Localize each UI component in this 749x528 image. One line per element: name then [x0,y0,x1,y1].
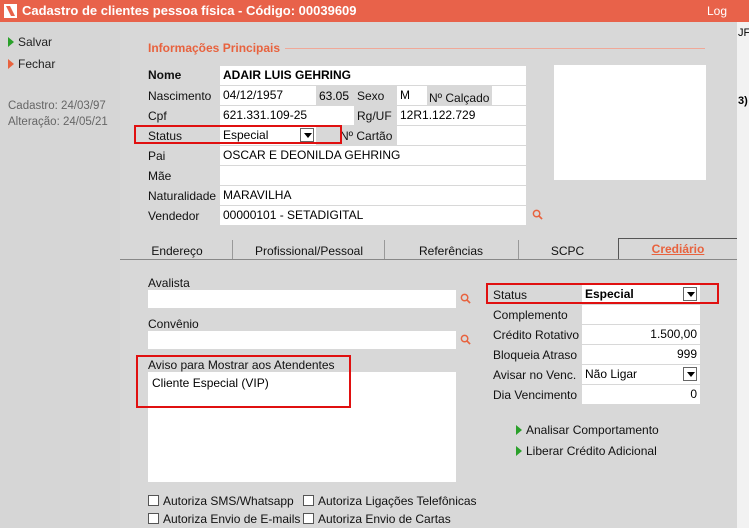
tab-divider [518,240,519,260]
check-cartas-label: Autoriza Envio de Cartas [318,512,451,526]
tab-baseline [120,259,749,260]
nome-label: Nome [148,68,182,82]
liberar-label: Liberar Crédito Adicional [526,444,657,458]
avalista-field[interactable] [148,290,456,308]
log-link[interactable]: Log [707,4,727,18]
cartao-field[interactable] [397,126,526,145]
modified-date: Alteração: 24/05/21 [8,116,108,128]
credito-label: Crédito Rotativo [493,328,580,342]
title-bar: Cadastro de clientes pessoa física - Cód… [0,0,749,22]
tab-crediario[interactable]: Crediário [618,238,738,259]
check-cartas[interactable]: Autoriza Envio de Cartas [303,512,451,526]
close-label: Fechar [18,57,56,71]
checkbox-icon [303,513,314,524]
save-label: Salvar [18,35,53,49]
rg-label: Rg/UF [357,109,392,123]
check-sms-label: Autoriza SMS/Whatsapp [163,494,294,508]
pai-field[interactable]: OSCAR E DEONILDA GEHRING [220,146,526,165]
naturalidade-label: Naturalidade [148,189,217,203]
avisar-label: Avisar no Venc. [493,368,577,382]
check-sms[interactable]: Autoriza SMS/Whatsapp [148,494,294,508]
tab-profissional[interactable]: Profissional/Pessoal [234,244,384,258]
close-button[interactable]: Fechar [8,57,55,71]
calcado-label: Nº Calçado [429,91,490,105]
nascimento-label: Nascimento [148,89,212,103]
tab-divider [384,240,385,260]
app-logo-icon [4,4,17,18]
play-green-icon [516,425,522,435]
bloqueia-label: Bloqueia Atraso [493,348,578,362]
sexo-label: Sexo [357,89,385,103]
complemento-label: Complemento [493,308,568,322]
cartao-label: Nº Cartão [340,129,393,143]
created-date: Cadastro: 24/03/97 [8,100,106,112]
tab-divider [232,240,233,260]
check-emails-label: Autoriza Envio de E-mails [163,512,301,526]
naturalidade-field[interactable]: MARAVILHA [220,186,526,205]
tab-referencias[interactable]: Referências [386,244,516,258]
section-title: Informações Principais [148,41,281,55]
checkbox-icon [303,495,314,506]
dia-field[interactable]: 0 [582,385,700,404]
bloqueia-field[interactable]: 999 [582,345,700,364]
analisar-label: Analisar Comportamento [526,423,659,437]
vendedor-label: Vendedor [148,209,200,223]
complemento-field[interactable] [582,305,700,324]
search-vendedor-icon[interactable] [532,209,543,220]
avalista-label: Avalista [148,276,190,290]
mae-label: Mãe [148,169,172,183]
dia-label: Dia Vencimento [493,388,578,402]
tab-crediario-label: Crediário [651,242,705,256]
cpf-label: Cpf [148,109,167,123]
checkbox-icon [148,495,159,506]
rg-field[interactable]: 12R1.122.729 [397,106,526,125]
tab-endereco[interactable]: Endereço [124,244,230,258]
left-panel: Salvar Fechar Cadastro: 24/03/97 Alteraç… [0,22,120,528]
check-ligacoes-label: Autoriza Ligações Telefônicas [318,494,477,508]
save-button[interactable]: Salvar [8,35,52,49]
mae-field[interactable] [220,166,526,185]
calcado-field[interactable] [492,86,526,105]
check-ligacoes[interactable]: Autoriza Ligações Telefônicas [303,494,477,508]
edge-text-top: JF [738,27,749,39]
pai-label: Pai [148,149,166,163]
credito-status-highlight [486,283,719,304]
analisar-button[interactable]: Analisar Comportamento [516,423,659,437]
photo-box[interactable] [554,65,706,180]
edge-text-mid: 3) [738,95,748,107]
play-orange-icon [8,59,14,69]
cpf-field[interactable]: 621.331.109-25 [220,106,354,125]
nome-field[interactable]: ADAIR LUIS GEHRING [220,66,526,85]
nascimento-field[interactable]: 04/12/1957 [220,86,316,105]
avisar-value: Não Ligar [585,367,638,381]
tab-scpc[interactable]: SCPC [520,244,615,258]
credito-field[interactable]: 1.500,00 [582,325,700,344]
search-avalista-icon[interactable] [460,293,471,304]
convenio-field[interactable] [148,331,456,349]
liberar-button[interactable]: Liberar Crédito Adicional [516,444,657,458]
main-area: Informações Principais Nome ADAIR LUIS G… [120,22,749,528]
vendedor-field[interactable]: 00000101 - SETADIGITAL [220,206,526,225]
play-green-icon [8,37,14,47]
aviso-highlight [136,355,351,408]
check-emails[interactable]: Autoriza Envio de E-mails [148,512,300,526]
section-divider [285,48,705,49]
status-highlight [134,125,342,144]
play-green-icon [516,446,522,456]
convenio-label: Convênio [148,317,199,331]
checkbox-icon [148,513,159,524]
window-title: Cadastro de clientes pessoa física - Cód… [22,3,357,18]
search-convenio-icon[interactable] [460,334,471,345]
idade-value: 63.05 [319,89,350,103]
sexo-field[interactable]: M [397,86,427,105]
avisar-dropdown-icon[interactable] [683,367,697,381]
